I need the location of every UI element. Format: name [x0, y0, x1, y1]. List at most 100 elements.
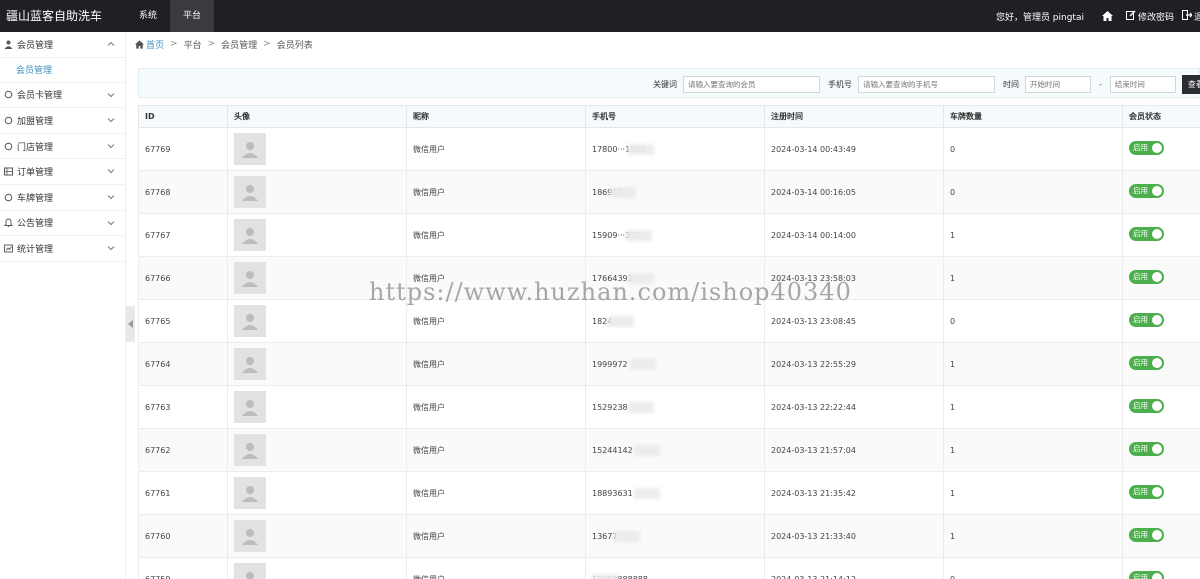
top-navbar: 疆山蓝客自助洗车 系统 平台 您好，管理员 pingtai 修改密码 退出: [0, 0, 1200, 32]
status-toggle[interactable]: 启用: [1129, 528, 1164, 542]
avatar[interactable]: [234, 348, 266, 380]
logout-link[interactable]: 退出: [1182, 9, 1200, 23]
table-row: 67768 微信用户 186997 2024-03-14 00:16:05 0 启用: [138, 170, 1200, 214]
sidebar-item-member-cards[interactable]: 会员卡管理: [0, 83, 125, 109]
plate-count: 0: [950, 144, 956, 154]
sidebar-item-members[interactable]: 会员管理: [0, 32, 125, 58]
status-label: 启用: [1133, 444, 1148, 453]
chevron-down-icon: [107, 195, 115, 200]
cell-avatar: [227, 471, 407, 515]
cell-id: 67768: [138, 170, 228, 214]
avatar[interactable]: [234, 262, 266, 294]
avatar[interactable]: [234, 563, 266, 579]
circle-icon: [4, 116, 13, 125]
avatar[interactable]: [234, 176, 266, 208]
sidebar-item-label: 公告管理: [17, 219, 54, 230]
member-phone: 18893631: [592, 487, 660, 499]
sidebar-collapse-toggle[interactable]: [126, 306, 135, 342]
cell-registered: 2024-03-13 22:55:29: [764, 342, 944, 386]
phone-label: 手机号: [828, 80, 852, 89]
breadcrumb-member-management[interactable]: 会员管理: [221, 38, 257, 51]
cell-registered: 2024-03-13 21:33:40: [764, 514, 944, 558]
avatar[interactable]: [234, 477, 266, 509]
sidebar-item-label: 车牌管理: [17, 193, 54, 204]
avatar[interactable]: [234, 305, 266, 337]
phone-input[interactable]: [858, 76, 995, 93]
sidebar-item-label: 会员管理: [17, 40, 54, 51]
chevron-down-icon: [107, 220, 115, 225]
sidebar-item-stores[interactable]: 门店管理: [0, 134, 125, 160]
toggle-knob: [1152, 401, 1162, 411]
sidebar-item-plates[interactable]: 车牌管理: [0, 185, 125, 211]
avatar[interactable]: [234, 520, 266, 552]
end-time-input[interactable]: [1109, 76, 1176, 93]
cell-registered: 2024-03-14 00:16:05: [764, 170, 944, 214]
status-label: 启用: [1133, 272, 1148, 281]
sidebar-subitem-members[interactable]: 会员管理: [0, 58, 125, 83]
chevron-down-icon: [107, 143, 115, 148]
keyword-input[interactable]: [683, 76, 820, 93]
cell-status: 启用: [1122, 342, 1200, 386]
cell-nickname: 微信用户: [406, 471, 586, 515]
phone-mask: [614, 530, 640, 542]
cell-status: 启用: [1122, 256, 1200, 300]
app-brand[interactable]: 疆山蓝客自助洗车: [6, 0, 102, 32]
cell-status: 启用: [1122, 557, 1200, 579]
home-icon[interactable]: [1102, 10, 1114, 22]
status-toggle[interactable]: 启用: [1129, 184, 1164, 198]
table-row: 67760 微信用户 13677 2024-03-13 21:33:40 1 启用: [138, 514, 1200, 558]
status-toggle[interactable]: 启用: [1129, 571, 1164, 579]
sidebar-item-notices[interactable]: 公告管理: [0, 211, 125, 237]
avatar[interactable]: [234, 391, 266, 423]
tab-system[interactable]: 系统: [126, 0, 170, 32]
user-greeting: 您好，管理员 pingtai: [995, 12, 1084, 23]
sidebar: 会员管理 会员管理 会员卡管理 加盟管理 门店管理 订单管理 车牌管理 公告管理…: [0, 32, 126, 579]
member-id: 67761: [145, 488, 171, 498]
status-toggle[interactable]: 启用: [1129, 485, 1164, 499]
cell-id: 67767: [138, 213, 228, 257]
phone-text: 1999972: [592, 359, 628, 369]
status-toggle[interactable]: 启用: [1129, 227, 1164, 241]
sidebar-item-franchise[interactable]: 加盟管理: [0, 108, 125, 134]
table-row: 67764 微信用户 1999972 2024-03-13 22:55:29 1 启用: [138, 342, 1200, 386]
cell-registered: 2024-03-13 21:57:04: [764, 428, 944, 472]
phone-mask: [628, 143, 654, 155]
status-toggle[interactable]: 启用: [1129, 270, 1164, 284]
status-toggle[interactable]: 启用: [1129, 356, 1164, 370]
search-button[interactable]: 查看: [1181, 75, 1200, 94]
member-table-container[interactable]: ID 头像 昵称 手机号 注册时间 车牌数量 会员状态 67769 微信用户 178…: [138, 105, 1200, 579]
column-header-id: ID: [138, 105, 228, 128]
cell-phone: 1529238: [585, 385, 765, 429]
cell-status: 启用: [1122, 471, 1200, 515]
status-toggle[interactable]: 启用: [1129, 442, 1164, 456]
status-toggle[interactable]: 启用: [1129, 313, 1164, 327]
cell-avatar: [227, 385, 407, 429]
change-password-link[interactable]: 修改密码: [1125, 10, 1174, 23]
sidebar-item-orders[interactable]: 订单管理: [0, 159, 125, 185]
chart-icon: [4, 244, 13, 253]
cell-nickname: 微信用户: [406, 557, 586, 579]
start-time-input[interactable]: [1025, 76, 1091, 93]
avatar[interactable]: [234, 133, 266, 165]
breadcrumb-home[interactable]: 首页: [146, 38, 164, 51]
tab-platform[interactable]: 平台: [170, 0, 215, 32]
member-phone: 186997: [592, 186, 636, 198]
sidebar-item-statistics[interactable]: 统计管理: [0, 236, 125, 262]
cell-status: 启用: [1122, 213, 1200, 257]
member-id: 67767: [145, 230, 171, 240]
cell-phone: 18888888888: [585, 557, 765, 579]
avatar[interactable]: [234, 219, 266, 251]
status-toggle[interactable]: 启用: [1129, 399, 1164, 413]
toggle-knob: [1152, 573, 1162, 579]
member-id: 67762: [145, 445, 171, 455]
cell-plates: 1: [943, 471, 1123, 515]
breadcrumb-platform[interactable]: 平台: [184, 38, 202, 51]
cell-registered: 2024-03-14 00:43:49: [764, 127, 944, 171]
cell-avatar: [227, 127, 407, 171]
avatar[interactable]: [234, 434, 266, 466]
user-avatar-icon: [246, 572, 254, 579]
status-label: 启用: [1133, 315, 1148, 324]
list-icon: [4, 167, 13, 176]
register-time: 2024-03-13 21:35:42: [771, 488, 856, 498]
status-toggle[interactable]: 启用: [1129, 141, 1164, 155]
